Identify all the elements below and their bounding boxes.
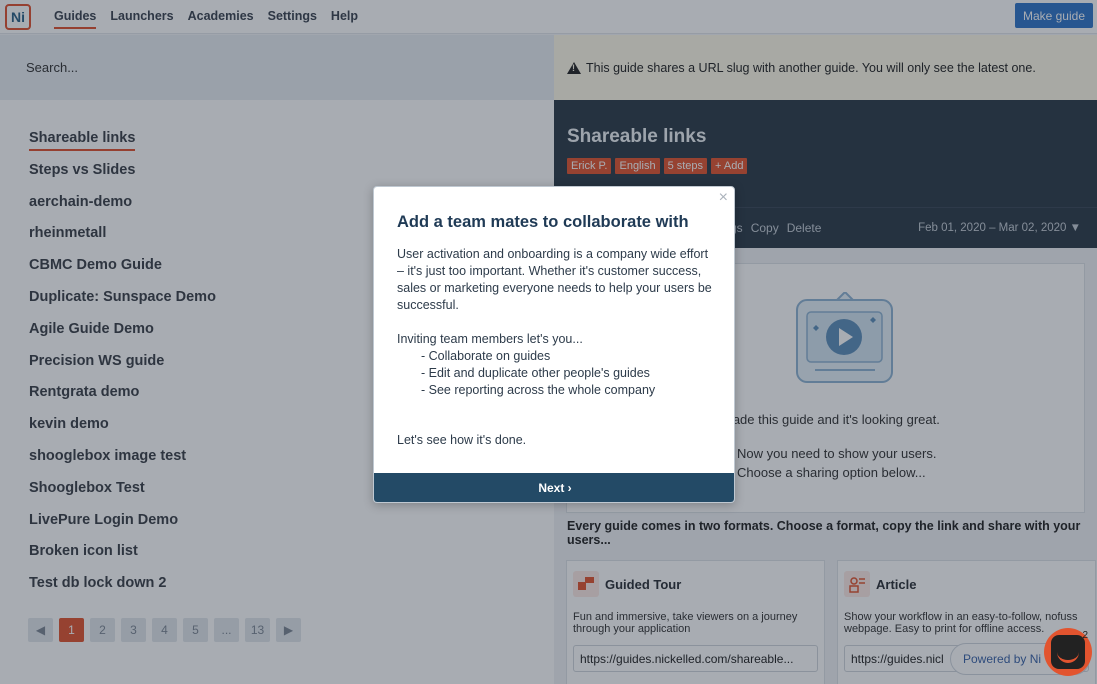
modal-bullet: - Collaborate on guides — [421, 349, 551, 363]
close-icon[interactable]: × — [719, 189, 728, 207]
modal-bullet: - See reporting across the whole company — [421, 383, 656, 397]
modal-body: User activation and onboarding is a comp… — [397, 246, 717, 447]
chat-launcher-button[interactable]: 2 — [1044, 628, 1092, 676]
modal-closing: Let's see how it's done. — [397, 433, 527, 447]
next-button[interactable]: Next › — [374, 473, 734, 502]
modal-paragraph: User activation and onboarding is a comp… — [397, 247, 712, 312]
chat-unread-badge: 2 — [1082, 630, 1088, 641]
modal-bullet-list: - Collaborate on guides - Edit and dupli… — [421, 348, 717, 399]
team-invite-modal: × Add a team mates to collaborate with U… — [373, 186, 735, 503]
modal-bullet: - Edit and duplicate other people's guid… — [421, 366, 650, 380]
modal-title: Add a team mates to collaborate with — [397, 213, 689, 231]
chat-icon — [1051, 635, 1085, 669]
modal-intro: Inviting team members let's you... — [397, 332, 583, 346]
